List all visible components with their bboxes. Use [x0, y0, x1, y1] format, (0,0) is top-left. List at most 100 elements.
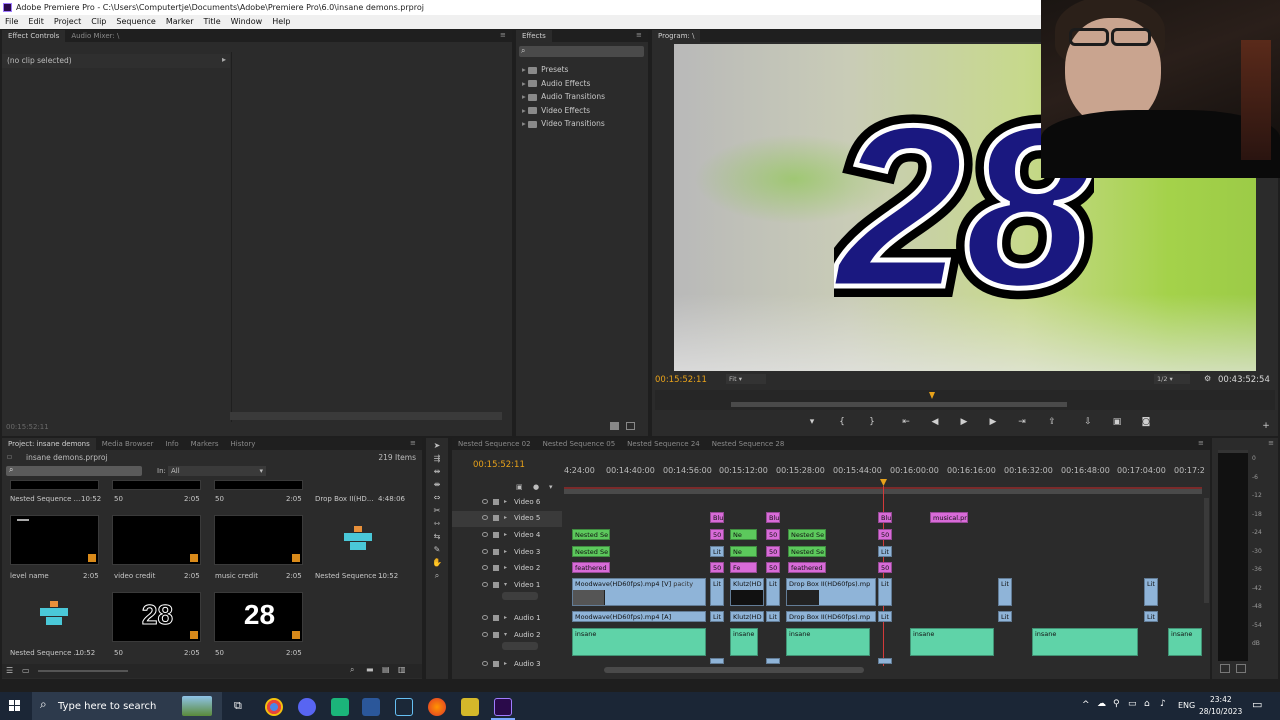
- program-time-ruler[interactable]: [655, 390, 1275, 410]
- notifications-icon[interactable]: ▭: [1252, 698, 1262, 711]
- clip-lit-v1[interactable]: Lit: [766, 578, 780, 606]
- speaker-icon[interactable]: [482, 615, 488, 620]
- clip-nested-v3[interactable]: Nested Se: [572, 546, 610, 557]
- clip-50-v4[interactable]: 50: [766, 529, 780, 540]
- clip-moodwave-audio[interactable]: Moodwave(HD60fps).mp4 [A]: [572, 611, 706, 622]
- thumb-video-credit[interactable]: [112, 515, 201, 565]
- effects-item-presets[interactable]: ▸ Presets: [522, 63, 605, 77]
- clip-insane-audio[interactable]: insane: [730, 628, 758, 656]
- rate-stretch-tool-icon[interactable]: ⇔: [432, 493, 442, 503]
- clip-musical[interactable]: musical.pr: [930, 512, 968, 523]
- task-view-icon[interactable]: ⧉: [234, 699, 242, 713]
- firefox-icon[interactable]: [428, 698, 446, 716]
- solo-left-button[interactable]: [1220, 664, 1230, 673]
- hand-tool-icon[interactable]: ✋: [432, 558, 442, 568]
- nested-sequence-icon[interactable]: [344, 526, 372, 554]
- zoom-slider[interactable]: [38, 670, 128, 672]
- menu-edit[interactable]: Edit: [23, 15, 49, 29]
- effects-item-audio-transitions[interactable]: ▸ Audio Transitions: [522, 90, 605, 104]
- menu-help[interactable]: Help: [267, 15, 295, 29]
- eye-icon[interactable]: [482, 515, 488, 520]
- tab-audio-mixer[interactable]: Audio Mixer: \: [65, 30, 125, 42]
- tab-effect-controls[interactable]: Effect Controls: [2, 30, 66, 42]
- eye-icon[interactable]: [482, 499, 488, 504]
- solo-right-button[interactable]: [1236, 664, 1246, 673]
- thumb-50-a[interactable]: 28: [112, 592, 201, 642]
- zoom-tool-icon[interactable]: ⌕: [432, 571, 442, 581]
- timeline-clips-area[interactable]: Blu Blu Blu musical.pr Nested Se 50 Ne 5…: [564, 495, 1202, 665]
- lift-icon[interactable]: ⇪: [1046, 416, 1058, 428]
- speaker-icon[interactable]: [482, 632, 488, 637]
- clip-blur-v5[interactable]: Blu: [710, 512, 724, 523]
- thumb-top-2[interactable]: [112, 480, 201, 490]
- new-item-icon[interactable]: ▤: [382, 665, 390, 674]
- slide-tool-icon[interactable]: ⇆: [432, 532, 442, 542]
- eye-icon[interactable]: [482, 532, 488, 537]
- clip-50-v4[interactable]: 50: [878, 529, 892, 540]
- panel-menu-icon[interactable]: ≡: [636, 31, 644, 39]
- clip-alk-a3[interactable]: [710, 658, 724, 664]
- clip-ne-v4[interactable]: Ne: [730, 529, 757, 540]
- premiere-taskbar-icon[interactable]: [494, 698, 512, 716]
- track-video-3[interactable]: ▸ Video 3: [452, 545, 562, 561]
- icon-view-icon[interactable]: ▭: [22, 666, 30, 675]
- tab-nested-24[interactable]: Nested Sequence 24: [621, 438, 706, 450]
- ec-scrollbar[interactable]: [230, 412, 502, 420]
- track-select-tool-icon[interactable]: ⇶: [432, 454, 442, 464]
- windows-start-icon[interactable]: [9, 700, 21, 712]
- clip-lit-a1[interactable]: Lit: [1144, 611, 1158, 622]
- thumb-music-credit[interactable]: [214, 515, 303, 565]
- nested-sequence-icon[interactable]: [40, 601, 68, 629]
- panel-menu-icon[interactable]: ≡: [1198, 439, 1206, 447]
- effects-item-video-effects[interactable]: ▸ Video Effects: [522, 104, 605, 118]
- expand-arrow-icon[interactable]: ▾: [504, 581, 507, 588]
- effects-search-input[interactable]: ⌕: [519, 46, 644, 57]
- tab-nested-02[interactable]: Nested Sequence 02: [452, 438, 537, 450]
- expand-arrow-icon[interactable]: ▸: [504, 514, 507, 521]
- volume-icon[interactable]: ♪: [1160, 699, 1166, 709]
- clip-feathered-v2[interactable]: feathered: [788, 562, 826, 573]
- clip-lit-v1[interactable]: Lit: [1144, 578, 1158, 606]
- snap-icon[interactable]: ▣: [516, 483, 523, 491]
- slip-tool-icon[interactable]: ⇿: [432, 519, 442, 529]
- add-button-icon[interactable]: +: [1260, 420, 1272, 432]
- expand-arrow-icon[interactable]: ▸: [222, 55, 226, 64]
- clip-alk-v3[interactable]: Lit: [878, 546, 892, 557]
- clip-50-v4[interactable]: 50: [710, 529, 724, 540]
- thumb-50-b[interactable]: 28: [214, 592, 303, 642]
- in-dropdown[interactable]: All ▾: [168, 466, 266, 476]
- tab-info[interactable]: Info: [159, 438, 184, 450]
- new-bin-icon[interactable]: ▬: [366, 665, 374, 674]
- program-current-timecode[interactable]: 00:15:52:11: [655, 375, 707, 385]
- expand-arrow-icon[interactable]: ▸: [504, 614, 507, 621]
- clip-dropbox-audio[interactable]: Drop Box II(HD60fps).mp: [786, 611, 876, 622]
- clip-50-v2[interactable]: 50: [710, 562, 724, 573]
- rolling-edit-tool-icon[interactable]: ⇼: [432, 480, 442, 490]
- project-search-input[interactable]: ⌕: [6, 465, 142, 476]
- track-video-5[interactable]: ▸ Video 5: [452, 511, 562, 527]
- find-icon[interactable]: ⌕: [350, 665, 354, 675]
- tab-nested-05[interactable]: Nested Sequence 05: [537, 438, 622, 450]
- export-frame-icon[interactable]: ▣: [1111, 416, 1123, 428]
- marker-icon[interactable]: ▾: [549, 483, 553, 491]
- tray-icon[interactable]: ☁: [1097, 699, 1106, 709]
- menu-sequence[interactable]: Sequence: [111, 15, 160, 29]
- menu-file[interactable]: File: [0, 15, 23, 29]
- language-indicator[interactable]: ENG: [1178, 701, 1195, 710]
- clip-insane-audio[interactable]: insane: [1168, 628, 1202, 656]
- clip-nested-v4[interactable]: Nested Se: [788, 529, 826, 540]
- menu-clip[interactable]: Clip: [86, 15, 111, 29]
- clip-blur-v5[interactable]: Blu: [878, 512, 892, 523]
- marker-icon[interactable]: ▾: [806, 416, 818, 428]
- keyframe-nav[interactable]: [502, 592, 538, 600]
- panel-menu-icon[interactable]: ≡: [410, 439, 418, 447]
- clip-ne-v3[interactable]: Ne: [730, 546, 757, 557]
- clip-feathered-v2[interactable]: feathered: [572, 562, 610, 573]
- play-icon[interactable]: ▶: [958, 416, 970, 428]
- clip-lit-a1[interactable]: Lit: [710, 611, 724, 622]
- discord-icon[interactable]: [298, 698, 316, 716]
- clock-time[interactable]: 23:42: [1210, 695, 1232, 704]
- eye-icon[interactable]: [482, 582, 488, 587]
- app-icon[interactable]: [461, 698, 479, 716]
- clip-alk-a3[interactable]: [878, 658, 892, 664]
